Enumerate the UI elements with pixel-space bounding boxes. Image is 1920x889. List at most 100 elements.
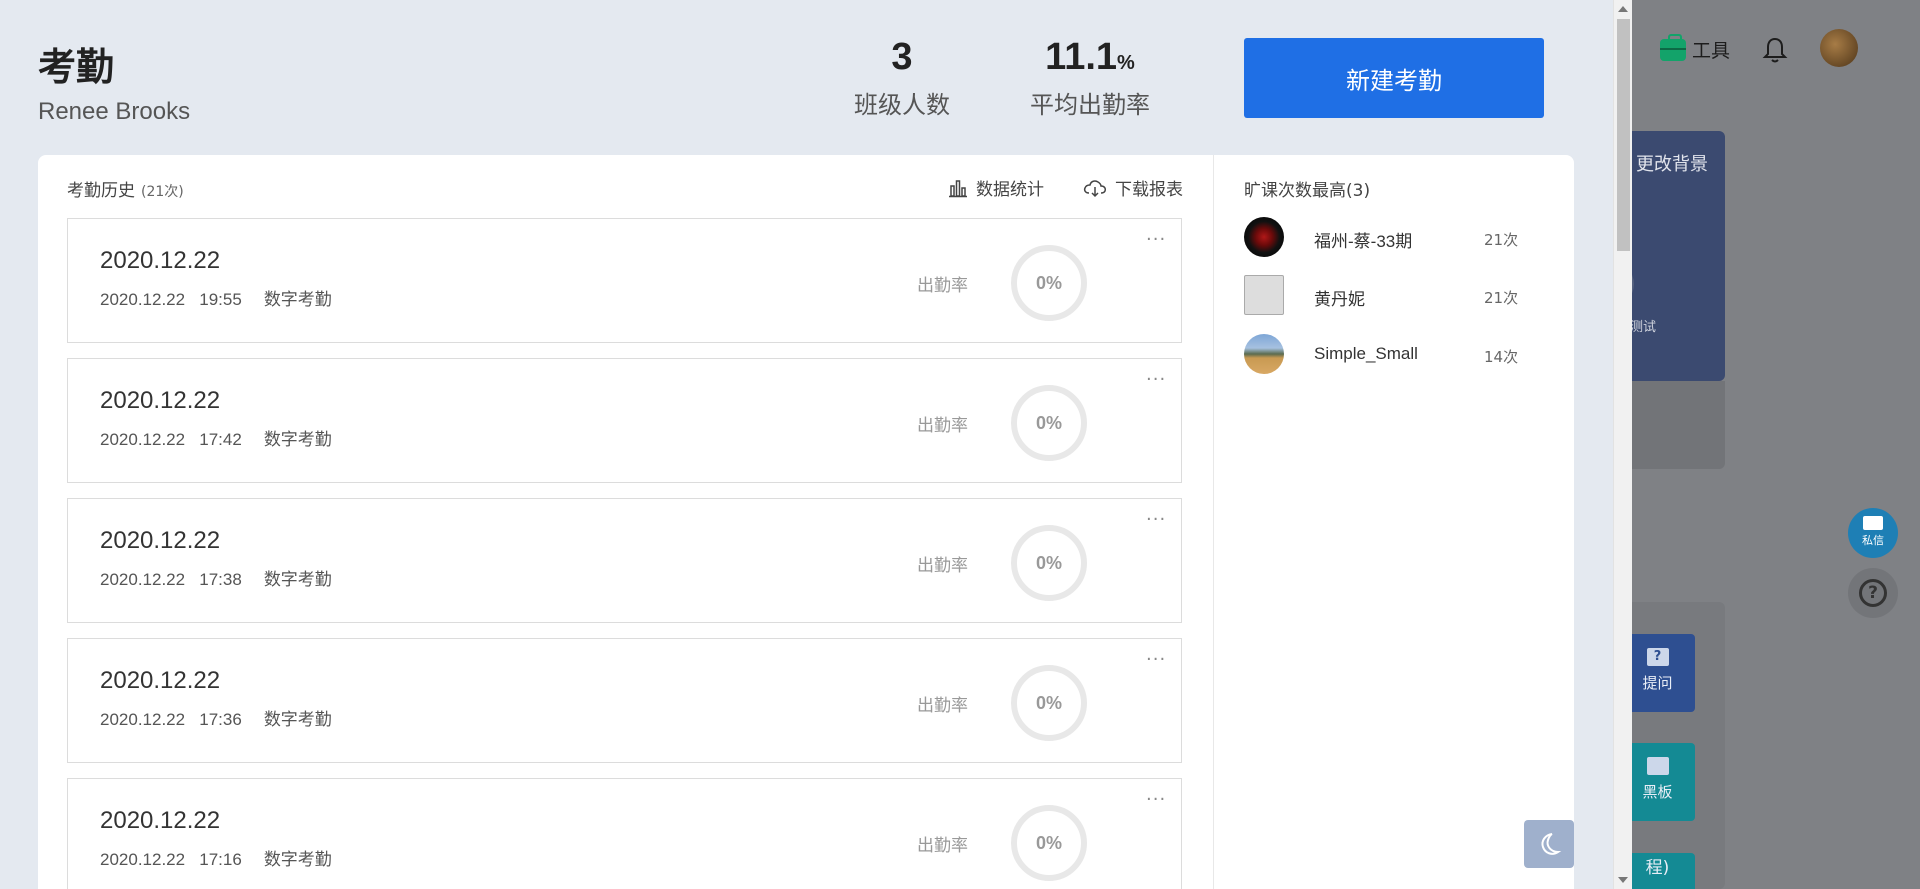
blackboard-tile-label: 黑板 xyxy=(1642,783,1673,801)
absence-ranking-title: 旷课次数最高(3) xyxy=(1244,181,1371,201)
record-time: 17:42 xyxy=(199,430,242,449)
record-meta-date: 2020.12.22 xyxy=(100,710,186,729)
more-options-icon[interactable]: ··· xyxy=(1146,229,1166,250)
absence-list-item[interactable]: Simple_Small 14次 xyxy=(1244,334,1544,376)
record-rate-ring: 0% xyxy=(1011,525,1087,601)
class-size-label: 班级人数 xyxy=(854,91,950,119)
question-box-icon: ? xyxy=(1646,648,1669,666)
class-size-value: 3 xyxy=(891,36,913,78)
course-tile-label: 程) xyxy=(1645,858,1670,878)
record-time: 19:55 xyxy=(199,290,242,309)
student-name: Simple_Small xyxy=(1314,344,1418,363)
absence-count: 21次 xyxy=(1484,231,1519,249)
average-rate-stat: 11.1% 平均出勤率 xyxy=(1020,36,1160,120)
student-name: 黄丹妮 xyxy=(1314,290,1365,309)
moon-icon xyxy=(1541,833,1562,855)
record-meta: 2020.12.22 17:36 数字考勤 xyxy=(100,705,332,730)
record-rate-label: 出勤率 xyxy=(917,556,968,576)
record-meta-date: 2020.12.22 xyxy=(100,430,186,449)
background-card-text: 测试 xyxy=(1630,320,1657,335)
record-meta: 2020.12.22 17:16 数字考勤 xyxy=(100,845,332,870)
record-meta-date: 2020.12.22 xyxy=(100,290,186,309)
cloud-download-icon xyxy=(1083,179,1106,197)
history-title-label: 考勤历史 xyxy=(67,181,135,201)
download-report-label: 下载报表 xyxy=(1115,180,1183,200)
attendance-record[interactable]: 2020.12.22 2020.12.22 17:42 数字考勤 出勤率 0% ·… xyxy=(67,358,1182,483)
record-rate-label: 出勤率 xyxy=(917,696,968,716)
private-message-label: 私信 xyxy=(1862,534,1884,547)
scroll-up-arrow-icon[interactable] xyxy=(1618,6,1628,12)
absence-list-item[interactable]: 黄丹妮 21次 xyxy=(1244,275,1544,317)
record-meta: 2020.12.22 17:38 数字考勤 xyxy=(100,565,332,590)
attendance-record[interactable]: 2020.12.22 2020.12.22 17:36 数字考勤 出勤率 0% ·… xyxy=(67,638,1182,763)
class-size-stat: 3 班级人数 xyxy=(840,36,964,120)
record-date: 2020.12.22 xyxy=(100,667,221,694)
scrollbar-thumb[interactable] xyxy=(1617,19,1630,251)
data-statistics-link[interactable]: 数据统计 xyxy=(948,175,1044,200)
record-type: 数字考勤 xyxy=(263,710,332,729)
record-type: 数字考勤 xyxy=(263,290,332,309)
history-count: (21次) xyxy=(141,184,184,200)
record-date: 2020.12.22 xyxy=(100,807,221,834)
drawer-scrollbar[interactable] xyxy=(1613,0,1632,889)
bell-icon[interactable] xyxy=(1762,36,1788,64)
record-meta-date: 2020.12.22 xyxy=(100,850,186,869)
envelope-icon xyxy=(1863,516,1883,530)
record-meta: 2020.12.22 19:55 数字考勤 xyxy=(100,285,332,310)
record-date: 2020.12.22 xyxy=(100,247,221,274)
tools-button[interactable]: 工具 xyxy=(1660,33,1731,63)
help-button[interactable]: ? xyxy=(1848,568,1898,618)
teacher-name: Renee Brooks xyxy=(38,98,191,125)
more-options-icon[interactable]: ··· xyxy=(1146,369,1166,390)
attendance-record[interactable]: 2020.12.22 2020.12.22 17:38 数字考勤 出勤率 0% ·… xyxy=(67,498,1182,623)
change-background-link[interactable]: 更改背景 xyxy=(1636,150,1708,176)
absence-list-item[interactable]: 福州-蔡-33期 21次 xyxy=(1244,217,1544,259)
record-rate-ring: 0% xyxy=(1011,805,1087,881)
student-avatar xyxy=(1244,217,1284,257)
record-time: 17:38 xyxy=(199,570,242,589)
record-type: 数字考勤 xyxy=(263,850,332,869)
average-rate-label: 平均出勤率 xyxy=(1030,91,1150,119)
absence-count: 21次 xyxy=(1484,289,1519,307)
more-options-icon[interactable]: ··· xyxy=(1146,509,1166,530)
average-rate-value: 11.1% xyxy=(1020,36,1160,79)
more-options-icon[interactable]: ··· xyxy=(1146,649,1166,670)
dark-mode-toggle[interactable] xyxy=(1524,820,1574,868)
toolbox-icon xyxy=(1660,33,1686,61)
question-icon: ? xyxy=(1859,579,1887,607)
record-rate-label: 出勤率 xyxy=(917,276,968,296)
private-message-button[interactable]: 私信 xyxy=(1848,508,1898,558)
blackboard-icon xyxy=(1646,757,1669,775)
record-date: 2020.12.22 xyxy=(100,527,221,554)
data-statistics-label: 数据统计 xyxy=(976,180,1044,200)
record-type: 数字考勤 xyxy=(263,430,332,449)
record-rate-ring: 0% xyxy=(1011,245,1087,321)
record-rate-ring: 0% xyxy=(1011,385,1087,461)
record-rate-ring: 0% xyxy=(1011,665,1087,741)
student-avatar xyxy=(1244,334,1284,374)
new-attendance-button[interactable]: 新建考勤 xyxy=(1244,38,1544,118)
record-rate-label: 出勤率 xyxy=(917,416,968,436)
tools-label: 工具 xyxy=(1692,40,1731,62)
column-divider xyxy=(1213,155,1214,889)
record-time: 17:36 xyxy=(199,710,242,729)
average-rate-unit: % xyxy=(1117,52,1135,74)
history-title: 考勤历史 (21次) xyxy=(67,176,184,201)
user-avatar[interactable] xyxy=(1820,29,1858,67)
more-options-icon[interactable]: ··· xyxy=(1146,789,1166,810)
scroll-down-arrow-icon[interactable] xyxy=(1618,877,1628,883)
absence-count: 14次 xyxy=(1484,348,1519,366)
attendance-record[interactable]: 2020.12.22 2020.12.22 19:55 数字考勤 出勤率 0% ·… xyxy=(67,218,1182,343)
average-rate-number: 11.1 xyxy=(1045,36,1118,78)
bar-chart-icon xyxy=(949,179,967,197)
student-avatar xyxy=(1244,275,1284,315)
record-rate-label: 出勤率 xyxy=(917,836,968,856)
record-meta-date: 2020.12.22 xyxy=(100,570,186,589)
record-time: 17:16 xyxy=(199,850,242,869)
student-name: 福州-蔡-33期 xyxy=(1314,232,1413,251)
record-date: 2020.12.22 xyxy=(100,387,221,414)
download-report-link[interactable]: 下载报表 xyxy=(1083,175,1183,200)
page-title: 考勤 xyxy=(38,45,115,89)
record-meta: 2020.12.22 17:42 数字考勤 xyxy=(100,425,332,450)
attendance-record[interactable]: 2020.12.22 2020.12.22 17:16 数字考勤 出勤率 0% ·… xyxy=(67,778,1182,889)
